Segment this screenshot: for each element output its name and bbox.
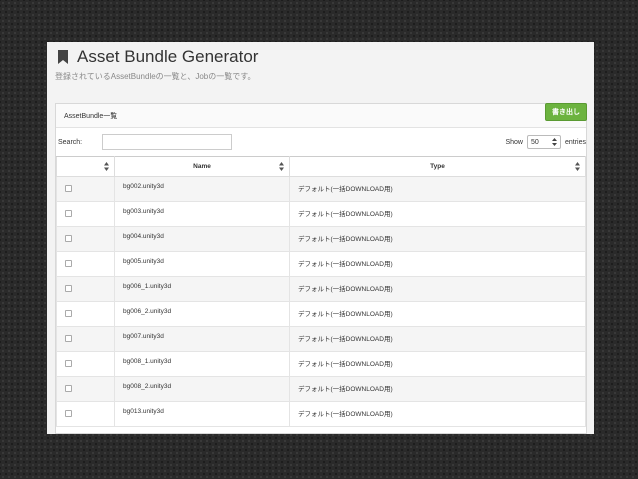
- panel-title: AssetBundle一覧: [64, 112, 118, 120]
- search-area: Search:: [58, 134, 233, 150]
- row-name: bg013.unity3d: [114, 401, 290, 427]
- row-checkbox-cell: [56, 376, 115, 402]
- assetbundle-table: Name Type bg002.unity3d デフォルト(一括DOWNLOAD: [56, 156, 586, 427]
- page-header: Asset Bundle Generator 登録されているAssetBundl…: [55, 46, 586, 82]
- export-button[interactable]: 書き出し: [545, 103, 587, 121]
- entries-select[interactable]: 50: [526, 135, 561, 149]
- row-name: bg006_1.unity3d: [114, 276, 290, 302]
- row-checkbox[interactable]: [65, 184, 72, 192]
- table-header-row: Name Type: [56, 156, 586, 177]
- page-title: Asset Bundle Generator: [55, 46, 586, 68]
- table-row: bg004.unity3d デフォルト(一括DOWNLOAD用): [56, 226, 586, 252]
- table-row: bg013.unity3d デフォルト(一括DOWNLOAD用): [56, 401, 586, 427]
- row-checkbox-cell: [56, 276, 115, 302]
- row-checkbox[interactable]: [65, 284, 72, 292]
- show-label: Show: [505, 138, 523, 146]
- row-checkbox-cell: [56, 226, 115, 252]
- row-checkbox-cell: [56, 401, 115, 427]
- row-checkbox-cell: [56, 176, 115, 202]
- column-header-type[interactable]: Type: [289, 156, 586, 177]
- entries-select-value: 50: [530, 138, 539, 146]
- row-name: bg003.unity3d: [114, 201, 290, 227]
- sort-icon: [279, 162, 284, 171]
- search-input[interactable]: [102, 134, 233, 150]
- row-checkbox-cell: [56, 251, 115, 277]
- row-checkbox[interactable]: [65, 259, 72, 267]
- table-container: Name Type bg002.unity3d デフォルト(一括DOWNLOAD: [56, 156, 586, 434]
- row-checkbox-cell: [56, 326, 115, 352]
- row-name: bg005.unity3d: [114, 251, 290, 277]
- table-controls: Search: Show 50 entries: [56, 128, 586, 156]
- table-row: bg002.unity3d デフォルト(一括DOWNLOAD用): [56, 176, 586, 202]
- row-type: デフォルト(一括DOWNLOAD用): [289, 226, 586, 252]
- row-checkbox-cell: [56, 351, 115, 377]
- page-subtitle: 登録されているAssetBundleの一覧と、Jobの一覧です。: [55, 72, 256, 81]
- row-checkbox[interactable]: [65, 234, 72, 242]
- row-type: デフォルト(一括DOWNLOAD用): [289, 251, 586, 277]
- row-type: デフォルト(一括DOWNLOAD用): [289, 301, 586, 327]
- table-row: bg008_1.unity3d デフォルト(一括DOWNLOAD用): [56, 351, 586, 377]
- row-name: bg007.unity3d: [114, 326, 290, 352]
- bookmark-icon: [58, 50, 68, 64]
- row-checkbox[interactable]: [65, 359, 72, 367]
- row-checkbox-cell: [56, 201, 115, 227]
- row-type: デフォルト(一括DOWNLOAD用): [289, 326, 586, 352]
- row-type: デフォルト(一括DOWNLOAD用): [289, 351, 586, 377]
- updown-icon: [551, 138, 557, 146]
- row-checkbox[interactable]: [65, 209, 72, 217]
- assetbundle-panel: AssetBundle一覧 書き出し Search: Show 50 entri…: [55, 103, 587, 434]
- row-checkbox[interactable]: [65, 309, 72, 317]
- row-type: デフォルト(一括DOWNLOAD用): [289, 401, 586, 427]
- row-name: bg004.unity3d: [114, 226, 290, 252]
- table-row: bg005.unity3d デフォルト(一括DOWNLOAD用): [56, 251, 586, 277]
- app-screen: Asset Bundle Generator 登録されているAssetBundl…: [47, 42, 594, 434]
- table-row: bg006_2.unity3d デフォルト(一括DOWNLOAD用): [56, 301, 586, 327]
- row-name: bg008_1.unity3d: [114, 351, 290, 377]
- row-name: bg006_2.unity3d: [114, 301, 290, 327]
- row-name: bg002.unity3d: [114, 176, 290, 202]
- sort-icon: [575, 162, 580, 171]
- row-checkbox[interactable]: [65, 334, 72, 342]
- table-row: bg008_2.unity3d デフォルト(一括DOWNLOAD用): [56, 376, 586, 402]
- row-type: デフォルト(一括DOWNLOAD用): [289, 276, 586, 302]
- row-type: デフォルト(一括DOWNLOAD用): [289, 376, 586, 402]
- table-row: bg006_1.unity3d デフォルト(一括DOWNLOAD用): [56, 276, 586, 302]
- column-header-name[interactable]: Name: [114, 156, 290, 177]
- search-label: Search:: [58, 138, 83, 146]
- entries-label: entries: [564, 138, 586, 146]
- row-type: デフォルト(一括DOWNLOAD用): [289, 176, 586, 202]
- table-row: bg007.unity3d デフォルト(一括DOWNLOAD用): [56, 326, 586, 352]
- row-type: デフォルト(一括DOWNLOAD用): [289, 201, 586, 227]
- row-checkbox[interactable]: [65, 384, 72, 392]
- length-area: Show 50 entries: [505, 135, 586, 149]
- sort-icon: [104, 162, 109, 171]
- table-row: bg003.unity3d デフォルト(一括DOWNLOAD用): [56, 201, 586, 227]
- row-checkbox-cell: [56, 301, 115, 327]
- row-checkbox[interactable]: [65, 409, 72, 417]
- page-title-text: Asset Bundle Generator: [77, 47, 259, 66]
- column-header-select[interactable]: [56, 156, 115, 177]
- panel-heading: AssetBundle一覧 書き出し: [56, 103, 587, 128]
- table-body: bg002.unity3d デフォルト(一括DOWNLOAD用) bg003.u…: [56, 176, 586, 427]
- row-name: bg008_2.unity3d: [114, 376, 290, 402]
